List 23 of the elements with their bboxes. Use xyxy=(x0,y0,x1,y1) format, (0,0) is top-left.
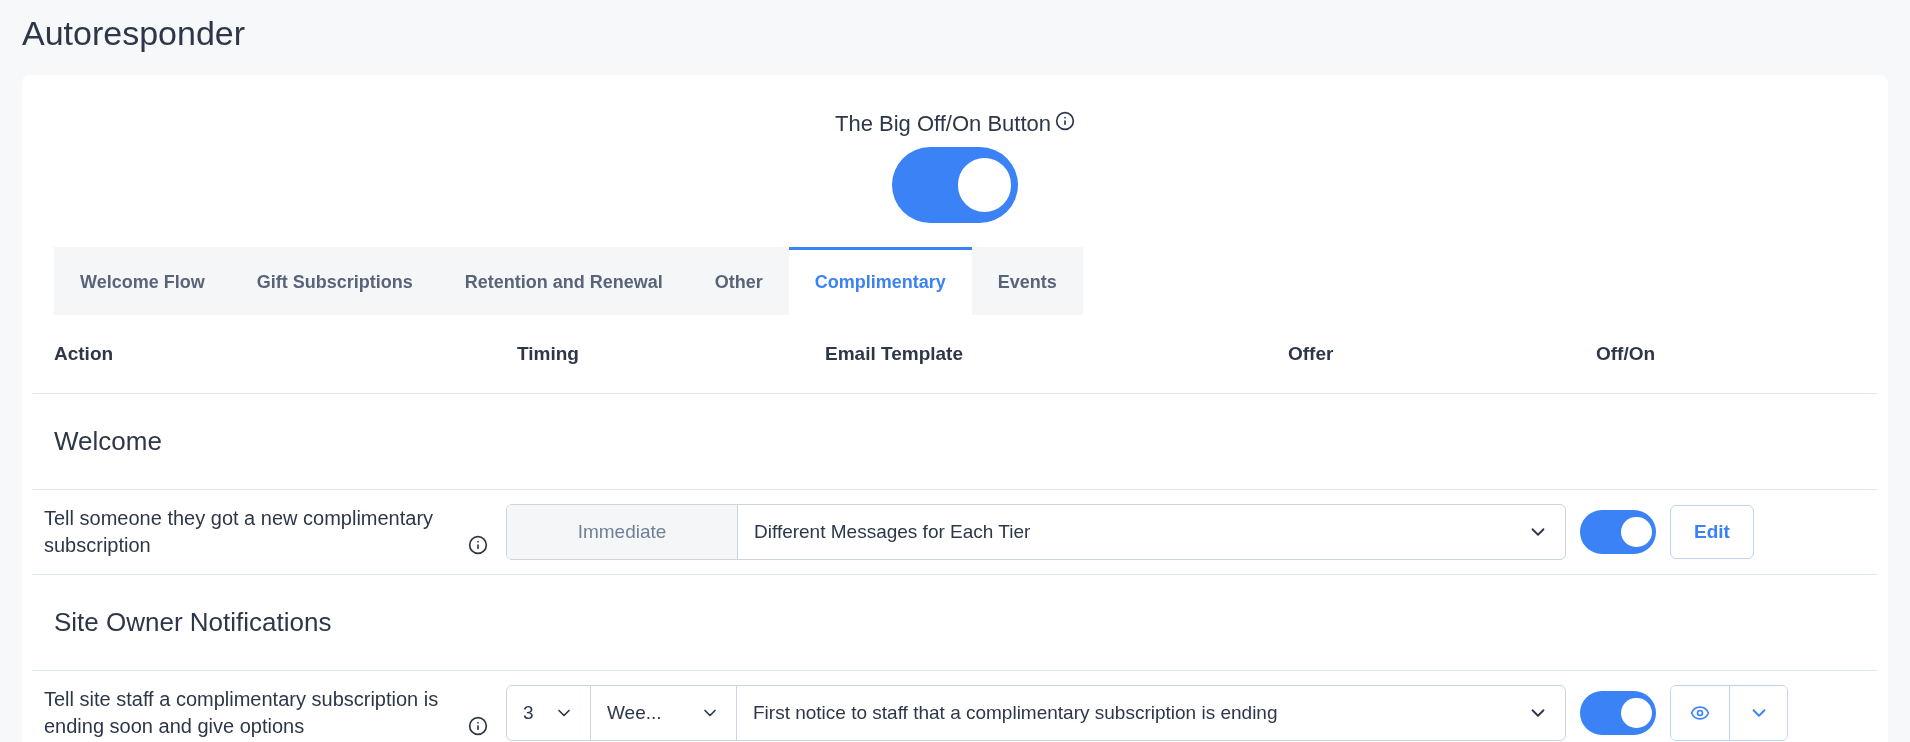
tab[interactable]: Events xyxy=(971,247,1083,315)
eye-icon xyxy=(1690,703,1710,723)
tab[interactable]: Retention and Renewal xyxy=(438,247,689,315)
section-title: Site Owner Notifications xyxy=(54,607,332,638)
column-header: Offer xyxy=(1288,343,1335,365)
column-header: Email Template xyxy=(825,343,964,365)
action-description: Tell site staff a complimentary subscription is ending soon and give options xyxy=(44,687,440,739)
master-toggle-label: The Big Off/On Button xyxy=(834,111,1051,137)
page-title: Autoresponder xyxy=(22,14,247,53)
tab[interactable]: Other xyxy=(688,247,789,315)
column-header: Off/On xyxy=(1596,343,1657,365)
row-toggle[interactable] xyxy=(1580,510,1656,554)
tab[interactable]: Welcome Flow xyxy=(54,247,231,315)
tab[interactable]: Gift Subscriptions xyxy=(230,247,439,315)
info-icon xyxy=(1055,111,1075,131)
row-toggle[interactable] xyxy=(1580,691,1656,735)
info-icon xyxy=(468,716,488,736)
edit-button[interactable]: Edit xyxy=(1670,505,1754,559)
column-header: Action xyxy=(54,343,115,365)
column-header: Timing xyxy=(517,343,580,365)
action-description: Tell someone they got a new complimentary subscription xyxy=(44,506,435,558)
info-icon xyxy=(468,535,488,555)
section-title: Welcome xyxy=(54,426,162,457)
